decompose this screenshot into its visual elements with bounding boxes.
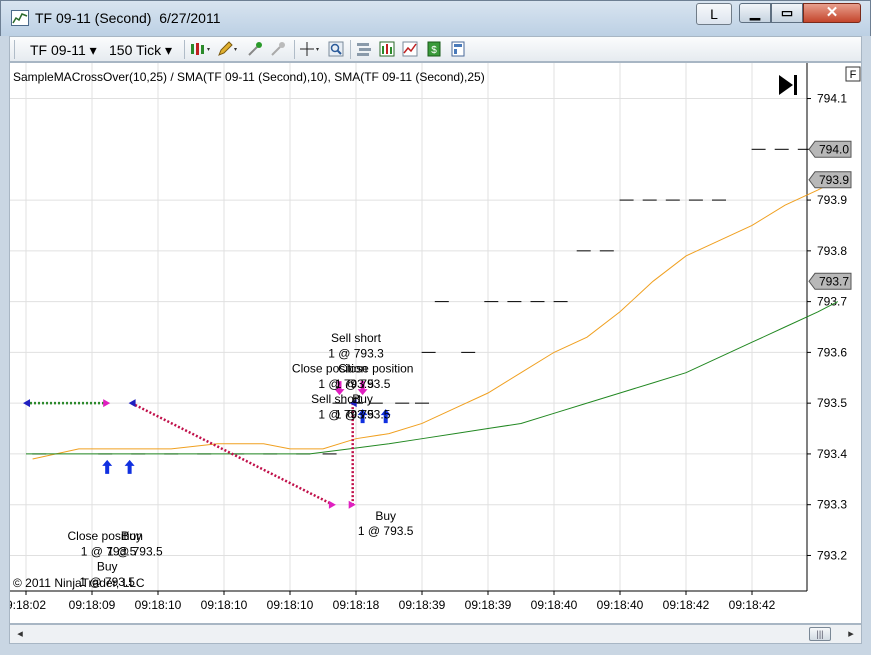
chevron-down-icon: ▾ [165, 42, 173, 58]
magnifier-icon[interactable] [328, 41, 344, 57]
title-bar[interactable]: TF 09-11 (Second) 6/27/2011 L ▁ ▭ ✕ [0, 0, 871, 36]
toolbar-grip [14, 40, 15, 59]
scroll-to-end-icon [779, 75, 793, 95]
buy-arrow [124, 459, 135, 474]
svg-text:$: $ [431, 45, 437, 56]
toolbar-separator [184, 40, 185, 59]
y-tick-label: 794.1 [817, 92, 847, 106]
price-marker-flag: 793.7 [808, 272, 852, 290]
minimize-button[interactable]: ▁ [739, 3, 771, 23]
maximize-button[interactable]: ▭ [771, 3, 803, 23]
trade-annotation: Buy [352, 392, 373, 406]
y-tick-label: 793.8 [817, 244, 847, 258]
x-tick-label: 09:18:42 [729, 598, 776, 612]
instrument-label: TF 09-11 [30, 42, 86, 58]
window-title: TF 09-11 (Second) 6/27/2011 [35, 10, 221, 26]
trade-annotation: Buy [121, 529, 142, 543]
indicators-icon[interactable] [402, 41, 418, 57]
crosshair-icon[interactable] [300, 41, 322, 57]
trade-exit-marker [328, 500, 336, 509]
buy-arrow [102, 459, 113, 474]
instrument-selector[interactable]: TF 09-11 ▾ [30, 42, 97, 59]
minimize-icon: ▁ [750, 5, 760, 20]
trade-annotation: 1 @ 793.5 [107, 544, 163, 558]
y-tick-label: 793.4 [817, 447, 847, 461]
x-tick-label: 09:18:42 [663, 598, 710, 612]
y-tick-label: 793.9 [817, 193, 847, 207]
chevron-down-icon: ▾ [89, 42, 97, 58]
zoom-in-icon[interactable] [247, 41, 263, 57]
trade-annotation: 1 @ 793.5 [358, 524, 414, 538]
scroll-left-icon[interactable]: ◂ [12, 626, 28, 642]
close-icon: ✕ [825, 4, 839, 21]
trade-annotation: Sell short [331, 331, 382, 345]
y-tick-label: 793.6 [817, 345, 847, 359]
sma-slow-line [26, 301, 839, 455]
drawing-pencil-icon[interactable] [217, 41, 237, 57]
trade-exit-marker [348, 500, 356, 509]
bar-type-icon[interactable] [190, 41, 210, 57]
price-marker-label: 793.7 [819, 274, 849, 288]
trade-annotation: Buy [97, 560, 118, 574]
x-tick-label: 09:18:10 [201, 598, 248, 612]
x-tick-label: 09:18:18 [333, 598, 380, 612]
window-bottom-edge [0, 644, 871, 655]
copyright-label: © 2011 NinjaTrader, LLC [13, 576, 145, 590]
x-tick-label: 09:18:40 [531, 598, 578, 612]
toolbar-separator [294, 40, 295, 59]
maximize-icon: ▭ [780, 5, 794, 20]
horizontal-scrollbar[interactable]: ◂ ||| ▸ [9, 624, 862, 644]
y-tick-label: 793.5 [817, 396, 847, 410]
trade-annotation: 1 @ 793.5 [335, 377, 391, 391]
price-chart[interactable]: 794.1 793.9 793.8 793.7 793.6 793.5 793.4 793.3… [10, 63, 863, 625]
y-tick-label: 793.7 [817, 295, 847, 309]
x-tick-label: 09:18:10 [267, 598, 314, 612]
close-button[interactable]: ✕ [803, 3, 861, 23]
strategies-icon[interactable] [379, 41, 395, 57]
link-button[interactable]: L [696, 3, 732, 25]
indicator-header-label: SampleMACrossOver(10,25) / SMA(TF 09-11 … [13, 70, 485, 84]
chart-app-icon [11, 10, 29, 26]
trade-annotation: Close position [338, 362, 413, 376]
scroll-right-icon[interactable]: ▸ [843, 626, 859, 642]
chart-panel[interactable]: 794.1 793.9 793.8 793.7 793.6 793.5 793.4 793.3… [9, 62, 862, 624]
price-marker-flag: 793.9 [808, 171, 852, 189]
x-tick-label: 09:18:39 [465, 598, 512, 612]
interval-label: 150 Tick [109, 42, 162, 58]
interval-selector[interactable]: 150 Tick ▾ [109, 42, 172, 59]
template-icon[interactable] [450, 41, 466, 57]
trade-annotation: 1 @ 793.5 [335, 407, 391, 421]
chart-toolbar: TF 09-11 ▾ 150 Tick ▾ $ [9, 36, 862, 62]
price-marker-label: 794.0 [819, 142, 849, 156]
x-tick-label: 09:18:09 [69, 598, 116, 612]
scrollbar-thumb[interactable]: ||| [809, 627, 831, 641]
x-tick-label: 9:18:02 [10, 598, 46, 612]
trade-annotation: 1 @ 793.3 [328, 346, 384, 360]
sma-fast-line [32, 179, 839, 460]
zoom-out-icon[interactable] [270, 41, 286, 57]
toolbar-separator [350, 40, 351, 59]
price-marker-flag: 794.0 [808, 140, 852, 158]
trade-entry-marker [128, 399, 136, 408]
x-tick-label: 09:18:39 [399, 598, 446, 612]
panel-toggle-label: F [850, 69, 857, 81]
scroll-to-end-bar [794, 75, 797, 95]
x-tick-label: 09:18:40 [597, 598, 644, 612]
y-tick-label: 793.2 [817, 548, 847, 562]
money-icon[interactable]: $ [426, 41, 442, 57]
trade-exit-marker [103, 399, 111, 408]
trade-annotation: Buy [375, 509, 396, 523]
properties-icon[interactable] [356, 41, 372, 57]
x-tick-label: 09:18:10 [135, 598, 182, 612]
price-marker-label: 793.9 [819, 173, 849, 187]
y-tick-label: 793.3 [817, 498, 847, 512]
